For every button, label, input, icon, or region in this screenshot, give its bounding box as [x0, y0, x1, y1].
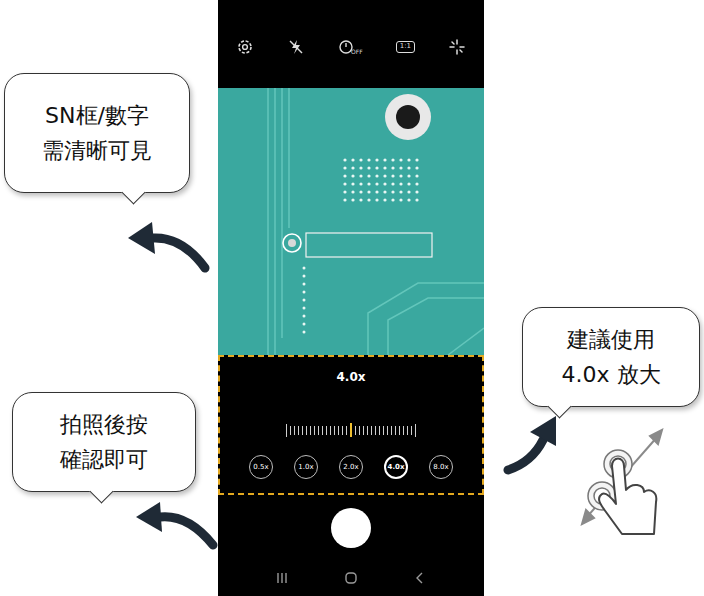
- effects-sparkle-icon[interactable]: [448, 38, 466, 56]
- zoom-options: 0.5x 1.0x 2.0x 4.0x 8.0x: [249, 455, 453, 479]
- curved-arrow-icon: [120, 215, 215, 280]
- callout-line: SN框/數字: [45, 98, 149, 133]
- zoom-option[interactable]: 8.0x: [429, 455, 453, 479]
- callout-bubble: SN框/數字需清晰可見: [4, 73, 190, 193]
- curved-arrow-icon: [125, 500, 220, 555]
- ruler-tick: [298, 426, 299, 435]
- flash-off-icon[interactable]: [287, 38, 305, 56]
- home-icon[interactable]: [344, 571, 358, 585]
- settings-gear-icon[interactable]: [236, 38, 254, 56]
- ruler-tick: [290, 426, 291, 435]
- ruler-tick: [355, 426, 356, 435]
- ruler-tick: [375, 426, 376, 435]
- ruler-tick: [318, 426, 319, 435]
- callout-bubble: 拍照後按確認即可: [12, 392, 196, 492]
- ruler-tick: [346, 426, 347, 435]
- zoom-panel: 4.0x 0.5x 1.0x 2.0x 4.0x 8.0x: [218, 355, 484, 495]
- ruler-tick: [371, 426, 372, 435]
- recent-apps-icon[interactable]: [275, 571, 289, 585]
- ruler-tick: [294, 426, 295, 435]
- callout-line: 需清晰可見: [42, 133, 152, 168]
- ruler-tick: [415, 424, 416, 437]
- zoom-reading: 4.0x: [337, 369, 366, 385]
- ruler-tick: [342, 426, 343, 435]
- ruler-tick: [367, 426, 368, 435]
- shutter-area: [218, 495, 484, 560]
- aspect-ratio-button[interactable]: 1:1: [396, 41, 415, 53]
- ruler-tick: [403, 426, 404, 435]
- callout-line: 確認即可: [60, 442, 148, 477]
- ratio-label: 1:1: [400, 43, 411, 51]
- curved-arrow-icon: [500, 410, 565, 480]
- ruler-tick: [383, 426, 384, 435]
- ruler-tick: [306, 426, 307, 435]
- ruler-tick: [379, 426, 380, 435]
- zoom-option[interactable]: 0.5x: [249, 455, 273, 479]
- callout-line: 4.0x 放大: [562, 357, 661, 392]
- pinch-zoom-hand-icon: [572, 418, 672, 538]
- annotated-screenshot: OFF 1:1 4.0x 0.5x 1.0x 2.0x 4.0x 8.0x SN框/數字需清晰可…: [0, 0, 704, 596]
- ruler-tick: [350, 423, 352, 437]
- ruler-tick: [395, 426, 396, 435]
- callout-bubble: 建議使用4.0x 放大: [522, 307, 700, 407]
- navigation-bar: [218, 560, 484, 596]
- phone-screen: OFF 1:1 4.0x 0.5x 1.0x 2.0x 4.0x 8.0x: [218, 0, 484, 596]
- ruler-tick: [302, 426, 303, 435]
- ruler-tick: [310, 426, 311, 435]
- ruler-tick: [338, 426, 339, 435]
- ruler-tick: [330, 426, 331, 435]
- timer-button[interactable]: OFF: [338, 39, 363, 55]
- ruler-tick: [399, 426, 400, 435]
- focus-ring-icon: [283, 234, 301, 252]
- ruler-tick: [363, 426, 364, 435]
- zoom-option[interactable]: 1.0x: [294, 455, 318, 479]
- callout-line: 拍照後按: [60, 407, 148, 442]
- ruler-tick: [411, 426, 412, 435]
- ruler-tick: [322, 426, 323, 435]
- ruler-tick: [334, 426, 335, 435]
- ruler-tick: [326, 426, 327, 435]
- ruler-tick: [286, 424, 287, 437]
- ruler-tick: [387, 426, 388, 435]
- zoom-option[interactable]: 2.0x: [339, 455, 363, 479]
- ruler-tick: [314, 426, 315, 435]
- pcb-photo: [218, 88, 484, 355]
- shutter-button[interactable]: [331, 508, 371, 548]
- timer-label: OFF: [351, 48, 363, 55]
- zoom-ruler[interactable]: [286, 423, 416, 437]
- camera-top-bar: OFF 1:1: [218, 0, 484, 88]
- callout-line: 建議使用: [567, 322, 655, 357]
- zoom-option[interactable]: 4.0x: [384, 455, 408, 479]
- ruler-tick: [391, 426, 392, 435]
- ruler-tick: [359, 426, 360, 435]
- ruler-tick: [407, 426, 408, 435]
- camera-preview: [218, 88, 484, 355]
- back-icon[interactable]: [413, 571, 427, 585]
